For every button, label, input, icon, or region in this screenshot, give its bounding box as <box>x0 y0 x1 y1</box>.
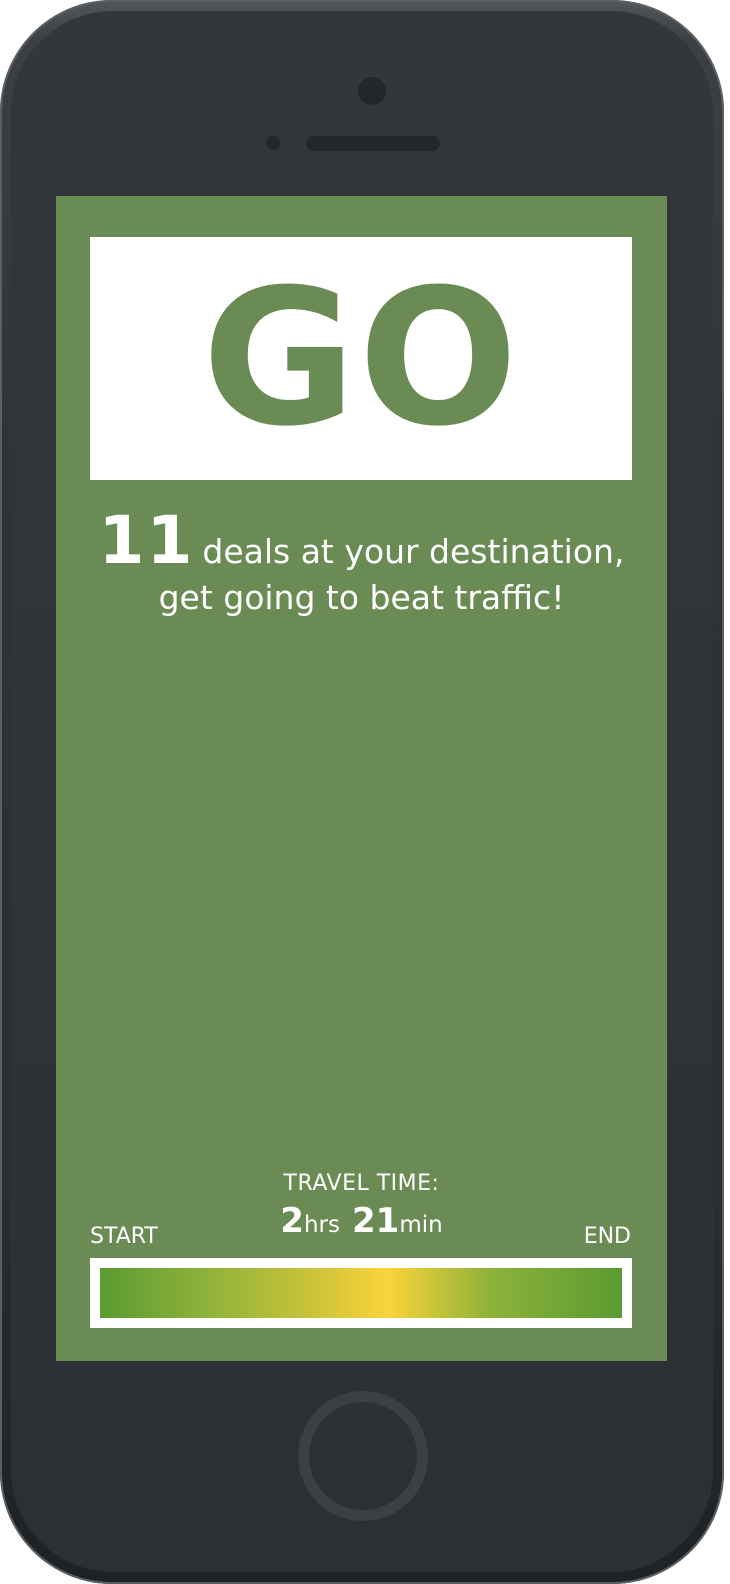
go-status-card[interactable]: GO <box>90 237 632 480</box>
route-start-label: START <box>90 1224 158 1249</box>
app-screen: GO 11 deals at your destination, get goin… <box>56 196 667 1361</box>
travel-minutes: 21 <box>352 1201 400 1241</box>
front-camera <box>358 77 386 105</box>
travel-minutes-unit: min <box>399 1212 443 1238</box>
traffic-gradient-bar <box>100 1268 622 1318</box>
proximity-sensor <box>266 136 280 150</box>
home-button[interactable] <box>298 1391 428 1521</box>
deals-message: 11 deals at your destination, get going t… <box>56 508 667 621</box>
travel-hours: 2 <box>280 1201 304 1241</box>
go-status-text: GO <box>201 248 521 468</box>
travel-time-label: TRAVEL TIME: <box>283 1171 440 1196</box>
deals-text-line2: get going to beat traffic! <box>158 578 565 617</box>
earpiece-speaker <box>306 136 440 151</box>
route-end-label: END <box>583 1224 631 1249</box>
travel-hours-unit: hrs <box>303 1212 340 1238</box>
deals-text-line1: deals at your destination, <box>202 532 625 571</box>
phone-frame: GO 11 deals at your destination, get goin… <box>0 0 724 1584</box>
traffic-bar-frame <box>90 1258 632 1328</box>
deal-count: 11 <box>98 502 195 579</box>
deals-line-1: 11 deals at your destination, <box>56 508 667 575</box>
